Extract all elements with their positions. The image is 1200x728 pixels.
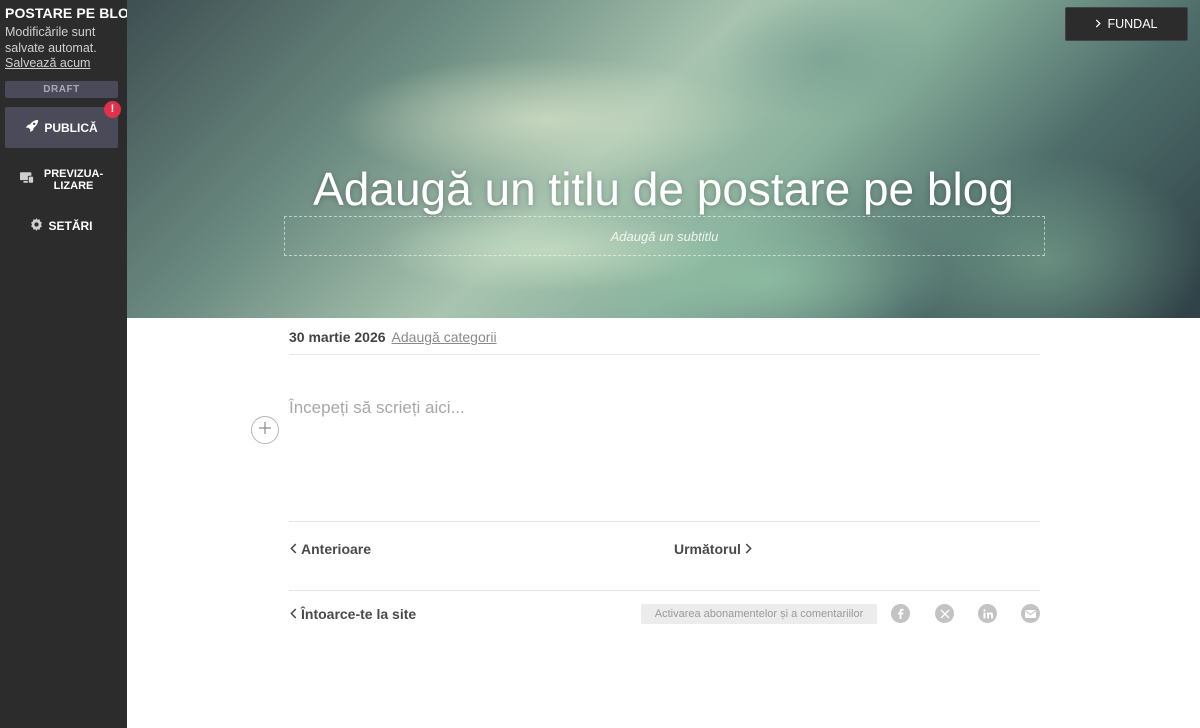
gear-icon	[30, 218, 43, 234]
divider	[289, 590, 1040, 591]
autosave-note: Modificările sunt salvate automat.	[5, 25, 97, 55]
preview-label-line1: PREVIZUA-	[43, 168, 104, 180]
previous-post-link[interactable]: Anterioare	[289, 541, 371, 557]
plus-icon	[258, 421, 272, 440]
preview-button[interactable]: PREVIZUA- LIZARE	[5, 160, 118, 200]
chevron-left-icon	[289, 606, 297, 622]
facebook-icon[interactable]	[891, 604, 910, 623]
divider	[289, 354, 1040, 355]
save-now-link[interactable]: Salvează acum	[5, 56, 90, 70]
editor-sidebar: POSTARE PE BLOG Modificările sunt salvat…	[0, 0, 140, 728]
divider	[289, 521, 1040, 522]
preview-label-line2: LIZARE	[53, 180, 94, 192]
back-to-site-label: Întoarce-te la site	[301, 606, 417, 622]
rocket-icon	[25, 119, 39, 136]
chevron-right-icon	[1095, 17, 1102, 31]
settings-button[interactable]: SETĂRI	[5, 212, 118, 240]
chevron-right-icon	[745, 541, 753, 557]
post-subtitle-input[interactable]: Adaugă un subtitlu	[284, 216, 1045, 256]
publish-label: PUBLICĂ	[44, 120, 98, 135]
post-body-editor[interactable]: Începeți să scrieți aici...	[289, 398, 465, 418]
next-post-link[interactable]: Următorul	[674, 541, 753, 557]
add-categories-link[interactable]: Adaugă categorii	[392, 329, 497, 345]
subscriptions-comments-toggle[interactable]: Activarea abonamentelor și a comentariil…	[641, 604, 877, 624]
hero-banner: FUNDAL Adaugă un titlu de postare pe blo…	[127, 0, 1200, 318]
post-meta: 30 martie 2026 Adaugă categorii	[289, 329, 497, 345]
chevron-left-icon	[289, 541, 297, 557]
add-block-button[interactable]	[251, 416, 279, 444]
next-label: Următorul	[674, 541, 741, 557]
back-to-site-link[interactable]: Întoarce-te la site	[289, 606, 416, 622]
post-date: 30 martie 2026	[289, 329, 386, 345]
settings-label: SETĂRI	[48, 219, 93, 233]
background-button-label: FUNDAL	[1107, 17, 1158, 31]
sidebar-title: POSTARE PE BLOG	[5, 5, 141, 21]
email-icon[interactable]	[1021, 604, 1040, 623]
previous-label: Anterioare	[301, 541, 372, 557]
background-button[interactable]: FUNDAL	[1065, 7, 1188, 41]
status-badge: DRAFT	[5, 81, 118, 98]
monitor-icon	[19, 171, 34, 189]
publish-warning-badge: !	[104, 101, 121, 118]
preview-label: PREVIZUA- LIZARE	[44, 168, 103, 192]
x-icon[interactable]	[935, 604, 954, 623]
post-title-input[interactable]: Adaugă un titlu de postare pe blog	[127, 162, 1200, 216]
publish-button[interactable]: PUBLICĂ	[5, 107, 118, 148]
linkedin-icon[interactable]	[978, 604, 997, 623]
